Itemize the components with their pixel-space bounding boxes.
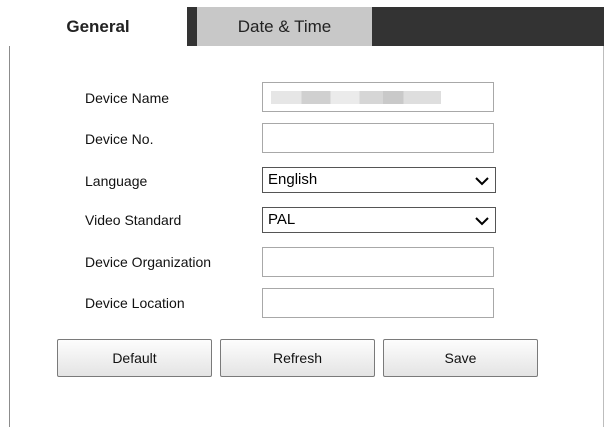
language-select[interactable]: English bbox=[262, 167, 496, 193]
save-button[interactable]: Save bbox=[383, 339, 538, 377]
video-standard-select[interactable]: PAL bbox=[262, 207, 496, 233]
device-no-label: Device No. bbox=[85, 131, 154, 147]
device-organization-label: Device Organization bbox=[85, 254, 212, 270]
tab-date-time[interactable]: Date & Time bbox=[197, 7, 372, 46]
tab-general[interactable]: General bbox=[9, 7, 187, 46]
default-button[interactable]: Default bbox=[57, 339, 212, 377]
device-name-label: Device Name bbox=[85, 90, 170, 106]
video-standard-label: Video Standard bbox=[85, 212, 182, 228]
language-selected: English bbox=[268, 171, 318, 188]
language-label: Language bbox=[85, 173, 148, 189]
chevron-down-icon bbox=[475, 217, 489, 226]
device-no-field[interactable] bbox=[262, 123, 494, 153]
refresh-button[interactable]: Refresh bbox=[220, 339, 375, 377]
device-name-field[interactable] bbox=[262, 82, 494, 112]
video-standard-selected: PAL bbox=[268, 211, 296, 228]
redacted-value bbox=[271, 91, 441, 104]
chevron-down-icon bbox=[475, 177, 489, 186]
device-location-field[interactable] bbox=[262, 288, 494, 318]
tab-bar: General Date & Time bbox=[9, 7, 604, 46]
device-location-label: Device Location bbox=[85, 295, 185, 311]
panel-border bbox=[9, 46, 10, 427]
device-organization-field[interactable] bbox=[262, 247, 494, 277]
